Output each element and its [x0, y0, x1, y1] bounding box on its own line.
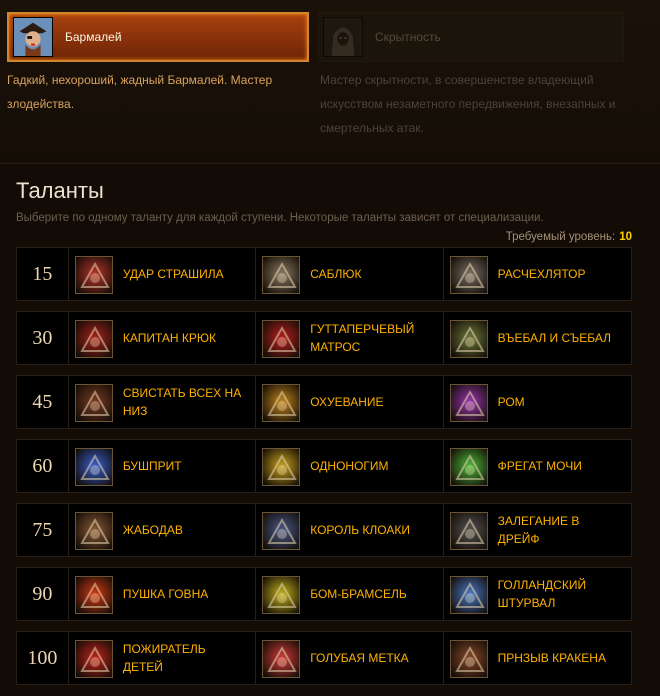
spec-tab-label: Скрытность — [375, 30, 441, 44]
spec-tab-barmaley[interactable]: Бармалей — [7, 12, 309, 62]
talent-option[interactable]: Пушка говна — [69, 568, 257, 620]
talent-name: Король клоаки — [310, 523, 410, 537]
talent-option[interactable]: Удар страшила — [69, 248, 257, 300]
talent-option[interactable]: Король клоаки — [256, 504, 444, 556]
talent-option[interactable]: Охуевание — [256, 376, 444, 428]
cutlass-icon — [262, 256, 301, 294]
talent-option[interactable]: Жабодав — [69, 504, 257, 556]
talent-name: Саблюк — [310, 267, 362, 281]
talent-tier-row: 45 Свистать всех на низ Охуевание Ром — [16, 375, 632, 429]
talent-option[interactable]: Капитан крюк — [69, 312, 257, 364]
spec-tab-label: Бармалей — [65, 30, 122, 44]
talent-name: Залегание в дрейф — [497, 514, 580, 546]
talent-tier-row: 15 Удар страшила Саблюк Расчехлятор — [16, 247, 632, 301]
tier-level: 30 — [17, 312, 69, 364]
sail-icon — [262, 576, 301, 614]
talent-name: Капитан крюк — [122, 331, 216, 345]
section-subtitle: Выберите по одному таланту для каждой ст… — [16, 212, 544, 224]
bowsprit-icon — [74, 448, 113, 486]
talent-name: Расчехлятор — [497, 267, 586, 281]
strike-and-run-icon — [449, 320, 488, 358]
kraken-summon-icon — [449, 640, 488, 678]
required-level-value: 10 — [619, 231, 632, 243]
stun-icon — [262, 384, 301, 422]
talent-option[interactable]: Расчехлятор — [444, 248, 631, 300]
spec-description: Гадкий, нехороший, жадный Бармалей. Маст… — [7, 73, 273, 111]
specialization-panel: Бармалей Скрытность Гадкий, нехороший, ж… — [0, 0, 660, 164]
spec-description: Мастер скрытности, в совершенстве владею… — [320, 73, 616, 135]
talent-name: Охуевание — [310, 395, 384, 409]
talent-option[interactable]: Бушприт — [69, 440, 257, 492]
talent-name: Фрегат мочи — [497, 459, 582, 473]
devourer-icon — [74, 640, 113, 678]
talent-name: Гуттаперчевый матрос — [310, 322, 415, 354]
talent-option[interactable]: Одноногим — [256, 440, 444, 492]
tier-level: 45 — [17, 376, 69, 428]
tier-level: 100 — [17, 632, 69, 684]
talent-name: Голубая метка — [310, 651, 409, 665]
sewer-king-icon — [262, 512, 301, 550]
talent-name: Бушприт — [122, 459, 182, 473]
rum-icon — [449, 384, 488, 422]
hook-icon — [74, 320, 113, 358]
talent-name: Пушка говна — [122, 587, 209, 601]
talent-option[interactable]: Ром — [444, 376, 631, 428]
drift-icon — [449, 512, 488, 550]
pirate-icon — [13, 17, 53, 57]
talent-name: Ром — [497, 395, 525, 409]
talent-name: Голландский штурвал — [497, 578, 587, 610]
talent-option[interactable]: Саблюк — [256, 248, 444, 300]
talent-option[interactable]: Бом-брамсель — [256, 568, 444, 620]
talent-tier-row: 30 Капитан крюк Гуттаперчевый матрос Въебал… — [16, 311, 632, 365]
black-spot-skull-icon — [262, 640, 301, 678]
talent-name: Удар страшила — [122, 267, 224, 281]
talent-option[interactable]: Голубая метка — [256, 632, 444, 684]
talent-tier-row: 100 Пожиратель детей Голубая метка Прнзыв к… — [16, 631, 632, 685]
hooded-figure-icon — [323, 17, 363, 57]
spec-tab-stealth[interactable]: Скрытность — [318, 12, 624, 62]
frigate-icon — [449, 448, 488, 486]
skull-crossbones-icon — [74, 256, 113, 294]
peg-leg-icon — [262, 448, 301, 486]
cannon-icon — [74, 576, 113, 614]
talent-option[interactable]: Гуттаперчевый матрос — [256, 312, 444, 364]
talent-name: Бом-брамсель — [310, 587, 407, 601]
talent-option[interactable]: Пожиратель детей — [69, 632, 257, 684]
helm-wheel-icon — [449, 576, 488, 614]
crew-whistle-icon — [74, 384, 113, 422]
talent-name: Прнзыв кракена — [497, 651, 606, 665]
tier-level: 75 — [17, 504, 69, 556]
talent-name: Жабодав — [122, 523, 183, 537]
required-level-label: Требуемый уровень: — [505, 231, 616, 243]
talent-option[interactable]: Свистать всех на низ — [69, 376, 257, 428]
talent-name: Въебал и съебал — [497, 331, 611, 345]
required-level: Требуемый уровень: 10 — [506, 231, 632, 243]
tier-level: 15 — [17, 248, 69, 300]
talent-option[interactable]: Въебал и съебал — [444, 312, 631, 364]
toad-crusher-icon — [74, 512, 113, 550]
talent-name: Пожиратель детей — [122, 642, 206, 674]
tier-level: 90 — [17, 568, 69, 620]
flintlock-pistol-icon — [449, 256, 488, 294]
talent-option[interactable]: Залегание в дрейф — [444, 504, 631, 556]
talent-name: Одноногим — [310, 459, 389, 473]
tier-level: 60 — [17, 440, 69, 492]
talent-tier-row: 60 Бушприт Одноногим Фрегат мочи — [16, 439, 632, 493]
talent-name: Свистать всех на низ — [122, 386, 242, 418]
section-title: Таланты — [16, 178, 104, 203]
acrobat-sailor-icon — [262, 320, 301, 358]
talent-option[interactable]: Фрегат мочи — [444, 440, 631, 492]
talent-option[interactable]: Прнзыв кракена — [444, 632, 631, 684]
talent-tier-row: 75 Жабодав Король клоаки Залегание в дрейф — [16, 503, 632, 557]
talent-tier-row: 90 Пушка говна Бом-брамсель Голландский шту… — [16, 567, 632, 621]
talent-option[interactable]: Голландский штурвал — [444, 568, 631, 620]
